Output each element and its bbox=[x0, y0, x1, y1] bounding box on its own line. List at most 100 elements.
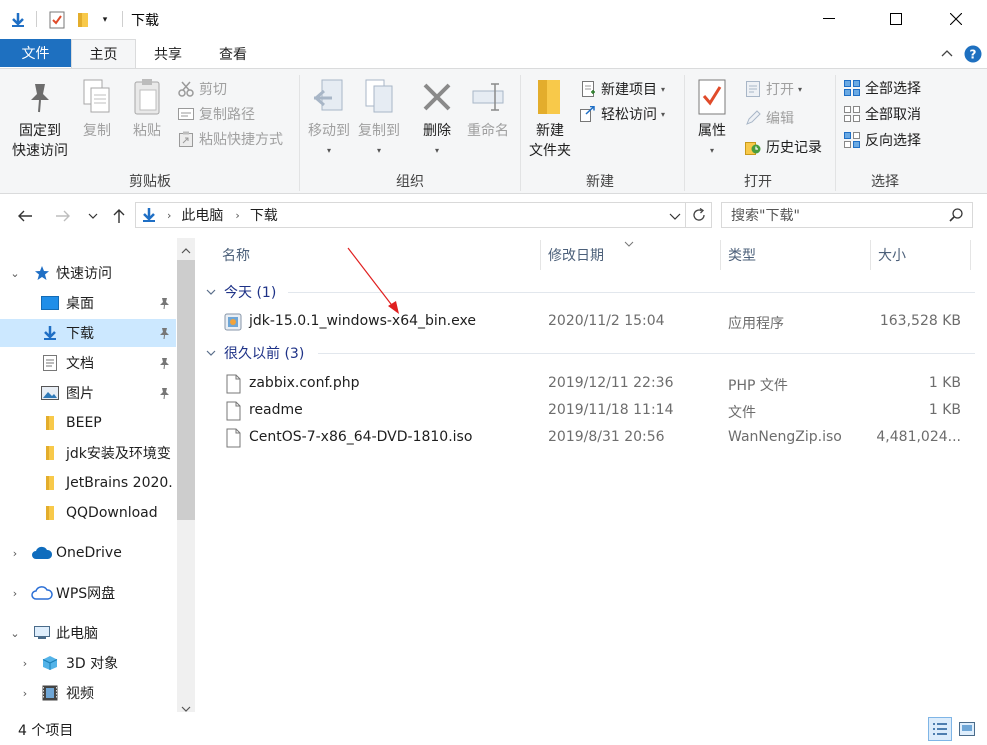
address-bar[interactable]: › 此电脑 › 下载 bbox=[135, 202, 686, 228]
minimize-button[interactable] bbox=[806, 0, 852, 38]
copy-to-button[interactable]: 复制到 ▾ bbox=[354, 77, 404, 161]
nav-desktop[interactable]: 桌面 bbox=[0, 289, 176, 317]
collapsed-chevron-icon[interactable]: › bbox=[8, 587, 22, 600]
nav-jetbrains-label: JetBrains 2020. bbox=[66, 475, 173, 491]
collapsed-chevron-icon[interactable]: › bbox=[18, 657, 32, 670]
nav-documents[interactable]: 文档 bbox=[0, 349, 176, 377]
copy-button[interactable]: 复制 bbox=[76, 77, 118, 141]
nav-onedrive-label: OneDrive bbox=[56, 545, 122, 561]
column-separator[interactable] bbox=[970, 240, 971, 270]
edit-button[interactable]: 编辑 bbox=[744, 107, 794, 129]
column-separator[interactable] bbox=[870, 240, 871, 270]
cut-button[interactable]: 剪切 bbox=[177, 78, 227, 100]
pin-icon[interactable] bbox=[157, 326, 171, 340]
select-none-button[interactable]: 全部取消 bbox=[843, 103, 921, 125]
customize-quick-access-icon[interactable]: ▾ bbox=[98, 10, 112, 30]
group-header-long-ago[interactable]: 很久以前 (3) bbox=[206, 341, 304, 365]
select-all-button[interactable]: 全部选择 bbox=[843, 77, 921, 99]
nav-3d-objects[interactable]: › 3D 对象 bbox=[0, 649, 176, 677]
nav-scrollbar[interactable] bbox=[177, 238, 195, 712]
maximize-button[interactable] bbox=[873, 0, 919, 38]
scroll-up-icon[interactable] bbox=[181, 243, 191, 257]
select-none-icon bbox=[843, 105, 861, 123]
column-header-name[interactable]: 名称 bbox=[222, 238, 250, 272]
back-arrow-icon[interactable] bbox=[13, 204, 37, 228]
breadcrumb-this-pc[interactable]: 此电脑 bbox=[181, 205, 223, 225]
history-button[interactable]: 历史记录 bbox=[744, 136, 822, 158]
search-box[interactable]: 搜索"下载" bbox=[721, 202, 973, 228]
breadcrumb-separator-icon[interactable]: › bbox=[167, 209, 171, 222]
nav-qqdownload[interactable]: QQDownload bbox=[0, 499, 176, 527]
pin-quick-access-button[interactable]: 固定到 快速访问 bbox=[8, 77, 72, 161]
paste-button[interactable]: 粘贴 bbox=[126, 77, 168, 141]
collapsed-chevron-icon[interactable]: › bbox=[18, 687, 32, 700]
new-item-button[interactable]: 新建项目 ▾ bbox=[579, 78, 665, 100]
rename-button[interactable]: 重命名 bbox=[462, 77, 514, 141]
file-type: 应用程序 bbox=[728, 316, 784, 332]
address-dropdown-chevron-icon[interactable] bbox=[669, 209, 681, 225]
nav-videos[interactable]: › 视频 bbox=[0, 679, 176, 707]
breadcrumb-separator-icon[interactable]: › bbox=[235, 209, 239, 222]
large-icons-view-button[interactable] bbox=[955, 717, 979, 741]
tab-share[interactable]: 共享 bbox=[141, 39, 195, 68]
nav-wps[interactable]: › WPS网盘 bbox=[0, 579, 176, 607]
collapsed-chevron-icon[interactable]: › bbox=[8, 547, 22, 560]
refresh-button[interactable] bbox=[686, 202, 712, 228]
details-view-button[interactable] bbox=[928, 717, 952, 741]
tab-file[interactable]: 文件 bbox=[0, 39, 71, 67]
delete-x-icon bbox=[419, 77, 455, 117]
expanded-chevron-icon[interactable]: ⌄ bbox=[8, 267, 22, 280]
group-divider bbox=[318, 353, 975, 354]
expanded-chevron-icon[interactable]: ⌄ bbox=[8, 627, 22, 640]
copy-path-button[interactable]: 复制路径 bbox=[177, 103, 255, 125]
easy-access-button[interactable]: 轻松访问 ▾ bbox=[579, 103, 665, 125]
nav-beep[interactable]: BEEP bbox=[0, 409, 176, 437]
search-icon[interactable] bbox=[949, 208, 963, 226]
details-view-icon bbox=[933, 723, 947, 735]
properties-quick-icon[interactable] bbox=[46, 10, 68, 30]
delete-button[interactable]: 删除 ▾ bbox=[416, 77, 458, 161]
file-row[interactable]: jdk-15.0.1_windows-x64_bin.exe 2020/11/2… bbox=[216, 309, 976, 335]
column-separator[interactable] bbox=[540, 240, 541, 270]
pin-icon[interactable] bbox=[157, 356, 171, 370]
new-folder-label-1: 新建 bbox=[536, 123, 564, 139]
recent-locations-chevron-icon[interactable] bbox=[83, 204, 103, 228]
file-row[interactable]: readme 2019/11/18 11:14 文件 1 KB bbox=[216, 398, 976, 424]
properties-icon bbox=[694, 77, 730, 117]
group-header-today[interactable]: 今天 (1) bbox=[206, 280, 276, 304]
paste-shortcut-button[interactable]: 粘贴快捷方式 bbox=[177, 128, 283, 150]
nav-jetbrains[interactable]: JetBrains 2020. bbox=[0, 469, 176, 497]
tab-view[interactable]: 查看 bbox=[205, 39, 261, 68]
help-icon[interactable]: ? bbox=[963, 44, 982, 63]
nav-scrollbar-thumb[interactable] bbox=[177, 260, 195, 520]
forward-arrow-icon[interactable] bbox=[51, 204, 75, 228]
column-header-date[interactable]: 修改日期 bbox=[548, 238, 604, 272]
up-arrow-icon[interactable] bbox=[107, 204, 131, 228]
column-separator[interactable] bbox=[720, 240, 721, 270]
new-folder-quick-icon[interactable] bbox=[74, 10, 94, 30]
column-header-size[interactable]: 大小 bbox=[878, 238, 906, 272]
invert-selection-button[interactable]: 反向选择 bbox=[843, 129, 921, 151]
nav-downloads[interactable]: 下载 bbox=[0, 319, 176, 347]
tab-home[interactable]: 主页 bbox=[71, 39, 136, 68]
file-row[interactable]: CentOS-7-x86_64-DVD-1810.iso 2019/8/31 2… bbox=[216, 425, 976, 451]
properties-button[interactable]: 属性 ▾ bbox=[690, 77, 734, 161]
move-to-button[interactable]: 移动到 ▾ bbox=[304, 77, 354, 161]
pin-icon[interactable] bbox=[157, 386, 171, 400]
file-size: 1 KB bbox=[928, 375, 961, 391]
pin-icon[interactable] bbox=[157, 296, 171, 310]
open-button[interactable]: 打开 ▾ bbox=[744, 78, 802, 100]
collapse-ribbon-icon[interactable] bbox=[938, 44, 956, 62]
nav-pictures[interactable]: 图片 bbox=[0, 379, 176, 407]
nav-jdk[interactable]: jdk安装及环境变 bbox=[0, 439, 176, 467]
breadcrumb-downloads[interactable]: 下载 bbox=[250, 205, 278, 225]
nav-this-pc[interactable]: ⌄ 此电脑 bbox=[0, 619, 176, 647]
download-arrow-icon[interactable] bbox=[8, 10, 28, 30]
close-button[interactable] bbox=[933, 0, 979, 38]
scroll-down-icon[interactable] bbox=[181, 701, 191, 712]
new-folder-button[interactable]: 新建 文件夹 bbox=[524, 77, 576, 161]
file-row[interactable]: zabbix.conf.php 2019/12/11 22:36 PHP 文件 … bbox=[216, 371, 976, 397]
nav-quick-access[interactable]: ⌄ 快速访问 bbox=[0, 259, 176, 287]
column-header-type[interactable]: 类型 bbox=[728, 238, 756, 272]
nav-onedrive[interactable]: › OneDrive bbox=[0, 539, 176, 567]
